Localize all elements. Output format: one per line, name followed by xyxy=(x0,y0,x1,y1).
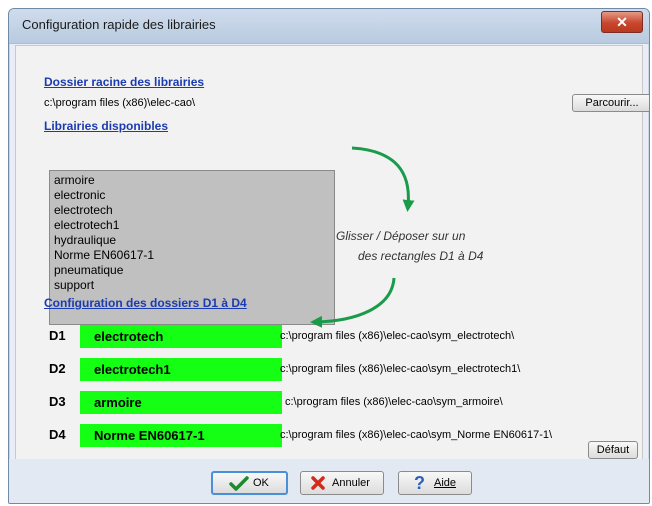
cancel-button-label: Annuler xyxy=(332,477,370,489)
slot-d1-path: c:\program files (x86)\elec-cao\sym_elec… xyxy=(280,330,515,342)
drag-hint-line1: Glisser / Déposer sur un xyxy=(336,229,466,243)
ok-button-label: OK xyxy=(253,477,269,489)
slot-label-d3: D3 xyxy=(49,394,66,409)
checkmark-icon xyxy=(229,476,249,491)
window-title: Configuration rapide des librairies xyxy=(22,17,216,32)
slot-d1[interactable]: electrotech xyxy=(80,325,282,348)
title-bar[interactable]: Configuration rapide des librairies ✕ xyxy=(9,9,649,44)
close-icon: ✕ xyxy=(616,14,628,30)
cancel-button[interactable]: Annuler xyxy=(300,471,384,495)
down-arrow-icon xyxy=(351,146,415,212)
slot-d4[interactable]: Norme EN60617-1 xyxy=(80,424,282,447)
help-button[interactable]: ? Aide xyxy=(398,471,472,495)
button-bar: OK Annuler ? Aide xyxy=(9,459,649,503)
dialog-body: Dossier racine des librairies c:\program… xyxy=(15,45,649,463)
default-button[interactable]: Défaut xyxy=(588,441,638,459)
x-icon xyxy=(311,476,325,490)
help-button-label: Aide xyxy=(434,477,457,489)
slot-d2-path: c:\program files (x86)\elec-cao\sym_elec… xyxy=(280,363,521,375)
slot-d4-path: c:\program files (x86)\elec-cao\sym_Norm… xyxy=(280,429,553,441)
close-button[interactable]: ✕ xyxy=(601,11,643,33)
folders-heading: Configuration des dossiers D1 à D4 xyxy=(44,296,247,310)
ok-button[interactable]: OK xyxy=(211,471,288,495)
slot-label-d1: D1 xyxy=(49,328,66,343)
question-mark-icon: ? xyxy=(414,473,425,493)
slot-label-d2: D2 xyxy=(49,361,66,376)
left-arrow-icon xyxy=(310,277,396,328)
dialog-window: Configuration rapide des librairies ✕ Do… xyxy=(8,8,650,504)
drag-hint-line2: des rectangles D1 à D4 xyxy=(358,249,484,263)
slot-label-d4: D4 xyxy=(49,427,66,442)
default-button-label: Défaut xyxy=(596,444,630,456)
slot-d2[interactable]: electrotech1 xyxy=(80,358,282,381)
slot-d3[interactable]: armoire xyxy=(80,391,282,414)
slot-d3-path: c:\program files (x86)\elec-cao\sym_armo… xyxy=(285,396,503,408)
